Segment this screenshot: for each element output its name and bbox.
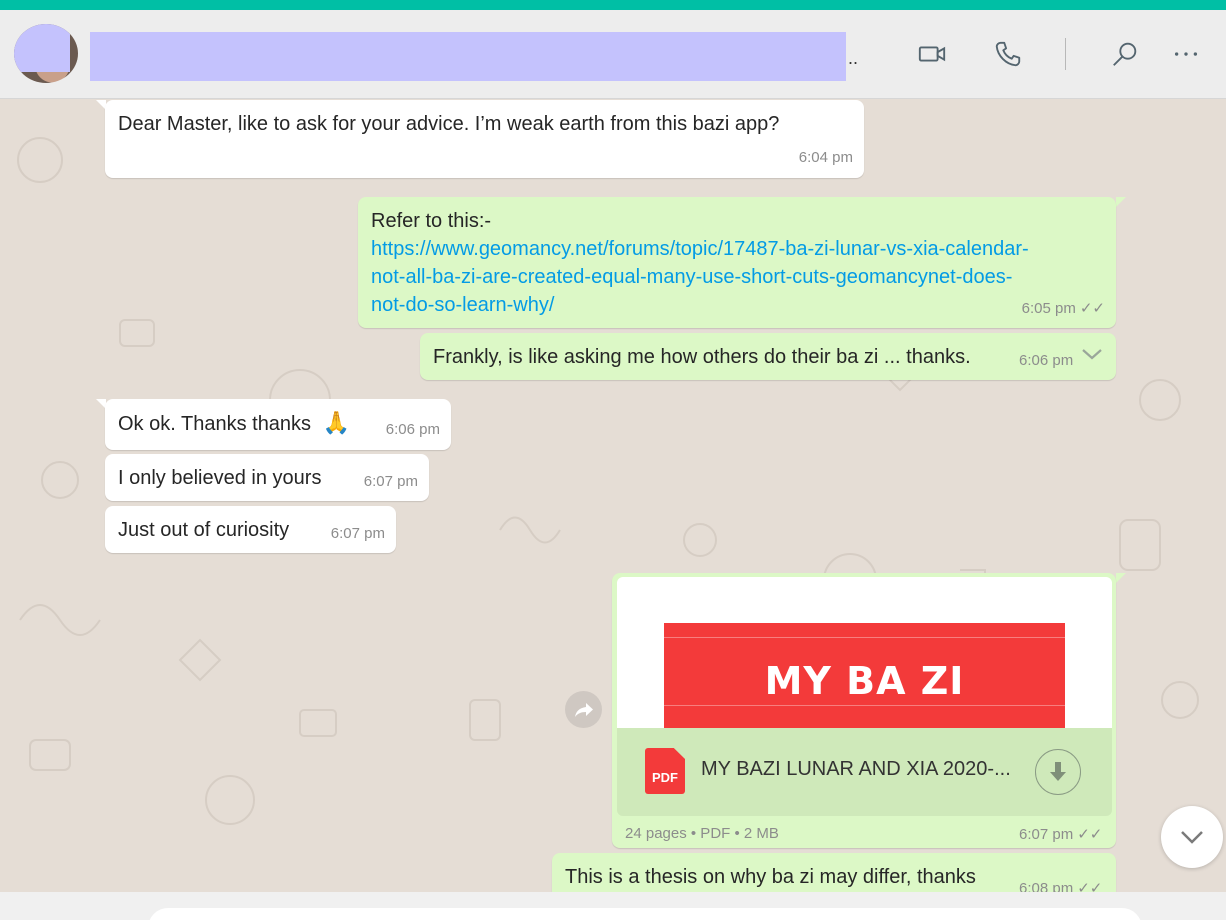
bubble-tail (1116, 197, 1126, 207)
read-receipt-icon: ✓✓ (1079, 300, 1105, 317)
message-text: Frankly, is like asking me how others do… (433, 346, 971, 368)
message-text: Just out of curiosity (118, 519, 290, 541)
read-receipt-icon: ✓✓ (1077, 826, 1103, 843)
download-button[interactable] (1035, 749, 1081, 795)
document-meta: 24 pages • PDF • 2 MB (625, 825, 779, 842)
message-bubble-outgoing[interactable]: Frankly, is like asking me how others do… (420, 333, 1116, 380)
message-text: Ok ok. Thanks thanks (118, 413, 312, 435)
message-time: 6:04 pm (798, 149, 853, 166)
more-options-icon[interactable] (1168, 36, 1204, 72)
download-arrow-icon (1050, 762, 1066, 781)
message-time: 6:07 pm (330, 525, 385, 542)
message-menu-chevron-icon[interactable] (1081, 347, 1103, 361)
message-time: 6:05 pm ✓✓ (1021, 300, 1105, 317)
avatar-redaction (14, 24, 70, 72)
message-input[interactable] (148, 908, 1142, 920)
message-composer (0, 892, 1226, 920)
message-bubble-incoming[interactable]: I only believed in yours 6:07 pm (105, 454, 429, 501)
message-link-line[interactable]: not-do-so-learn-why/ (371, 291, 1103, 319)
message-bubble-incoming[interactable]: Ok ok. Thanks thanks 🙏 6:06 pm (105, 399, 451, 450)
message-time: 6:07 pm ✓✓ (1019, 826, 1103, 843)
forward-arrow-icon (574, 702, 593, 717)
pdf-file-icon: PDF (645, 748, 685, 794)
chevron-down-icon (1181, 831, 1203, 844)
window-accent-bar (0, 0, 1226, 10)
bubble-tail (1116, 573, 1126, 583)
document-file-name: MY BAZI LUNAR AND XIA 2020-... (701, 758, 1011, 780)
message-link-line[interactable]: not-all-ba-zi-are-created-equal-many-use… (371, 263, 1103, 291)
contact-avatar[interactable] (14, 24, 78, 83)
message-text: Refer to this:- (371, 210, 492, 232)
contact-name-redaction[interactable] (90, 32, 846, 81)
message-time: 6:06 pm (1019, 352, 1074, 369)
message-text: This is a thesis on why ba zi may differ… (565, 866, 976, 888)
document-file-row[interactable]: PDF MY BAZI LUNAR AND XIA 2020-... (617, 728, 1112, 816)
search-icon[interactable] (1107, 36, 1143, 72)
header-divider (1065, 38, 1066, 70)
document-preview-title: MY BA ZI (764, 659, 965, 703)
message-bubble-incoming[interactable]: Dear Master, like to ask for your advice… (105, 100, 864, 178)
preview-rule (664, 637, 1065, 638)
chat-header: .. (0, 10, 1226, 99)
folded-hands-emoji: 🙏 (322, 410, 351, 435)
message-time: 6:07 pm (363, 473, 418, 490)
document-preview[interactable]: MY BA ZI (617, 577, 1112, 728)
contact-name-ellipsis: .. (848, 48, 859, 68)
video-call-icon[interactable] (914, 36, 950, 72)
preview-rule (664, 705, 1065, 706)
voice-call-icon[interactable] (990, 36, 1026, 72)
message-time: 6:06 pm (385, 421, 440, 438)
message-bubble-outgoing[interactable]: Refer to this:- https://www.geomancy.net… (358, 197, 1116, 328)
message-bubble-incoming[interactable]: Just out of curiosity 6:07 pm (105, 506, 396, 553)
forward-button[interactable] (565, 691, 602, 728)
message-text: I only believed in yours (118, 467, 322, 489)
message-text: Dear Master, like to ask for your advice… (118, 113, 780, 135)
scroll-to-bottom-button[interactable] (1161, 806, 1223, 868)
message-link-line[interactable]: https://www.geomancy.net/forums/topic/17… (371, 235, 1103, 263)
